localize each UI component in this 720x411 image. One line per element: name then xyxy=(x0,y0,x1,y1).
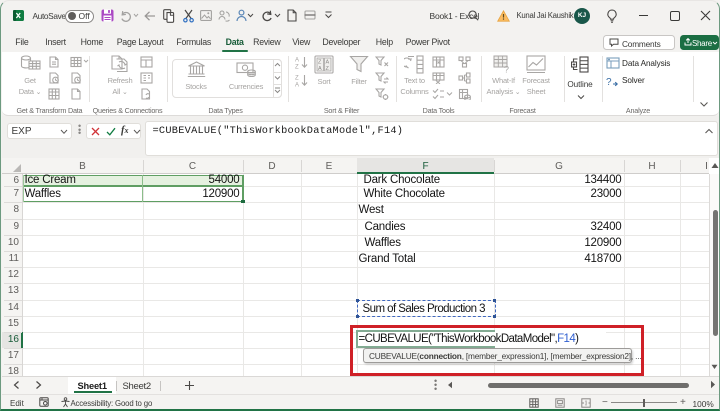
svg-text:A: A xyxy=(326,60,330,66)
svg-text:Z: Z xyxy=(295,76,299,82)
svg-text:A: A xyxy=(295,83,299,88)
svg-text:A: A xyxy=(318,66,322,72)
svg-text:Z: Z xyxy=(295,65,299,70)
svg-text:?: ? xyxy=(504,65,509,75)
svg-text:A: A xyxy=(295,58,299,64)
svg-text:?: ? xyxy=(606,77,612,88)
